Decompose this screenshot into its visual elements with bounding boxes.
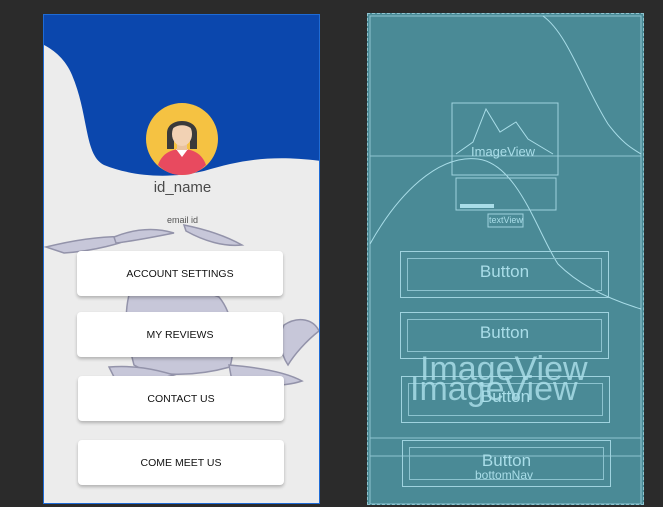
imageview-label: ImageView — [471, 144, 536, 159]
user-name-text: id_name — [153, 179, 212, 196]
bunny-illustration-icon — [44, 224, 319, 387]
textview-label: textView — [489, 215, 523, 225]
contact-us-button[interactable]: CONTACT US — [78, 376, 284, 421]
blueprint-preview[interactable]: ImageView textView Button Button Button … — [367, 13, 644, 505]
my-reviews-button[interactable]: MY REVIEWS — [77, 312, 283, 357]
design-preview[interactable]: id_name email id ACCOUNT SETTINGS MY REV… — [43, 14, 320, 504]
user-email-text: email id — [166, 215, 198, 225]
avatar[interactable] — [146, 103, 218, 175]
imageview-overlay-label-2: ImageView — [410, 370, 578, 408]
account-settings-button[interactable]: ACCOUNT SETTINGS — [77, 251, 283, 296]
bottom-nav-label: bottomNav — [475, 468, 534, 482]
come-meet-us-button[interactable]: COME MEET US — [78, 440, 284, 485]
blueprint-button-1[interactable]: Button — [400, 251, 609, 298]
